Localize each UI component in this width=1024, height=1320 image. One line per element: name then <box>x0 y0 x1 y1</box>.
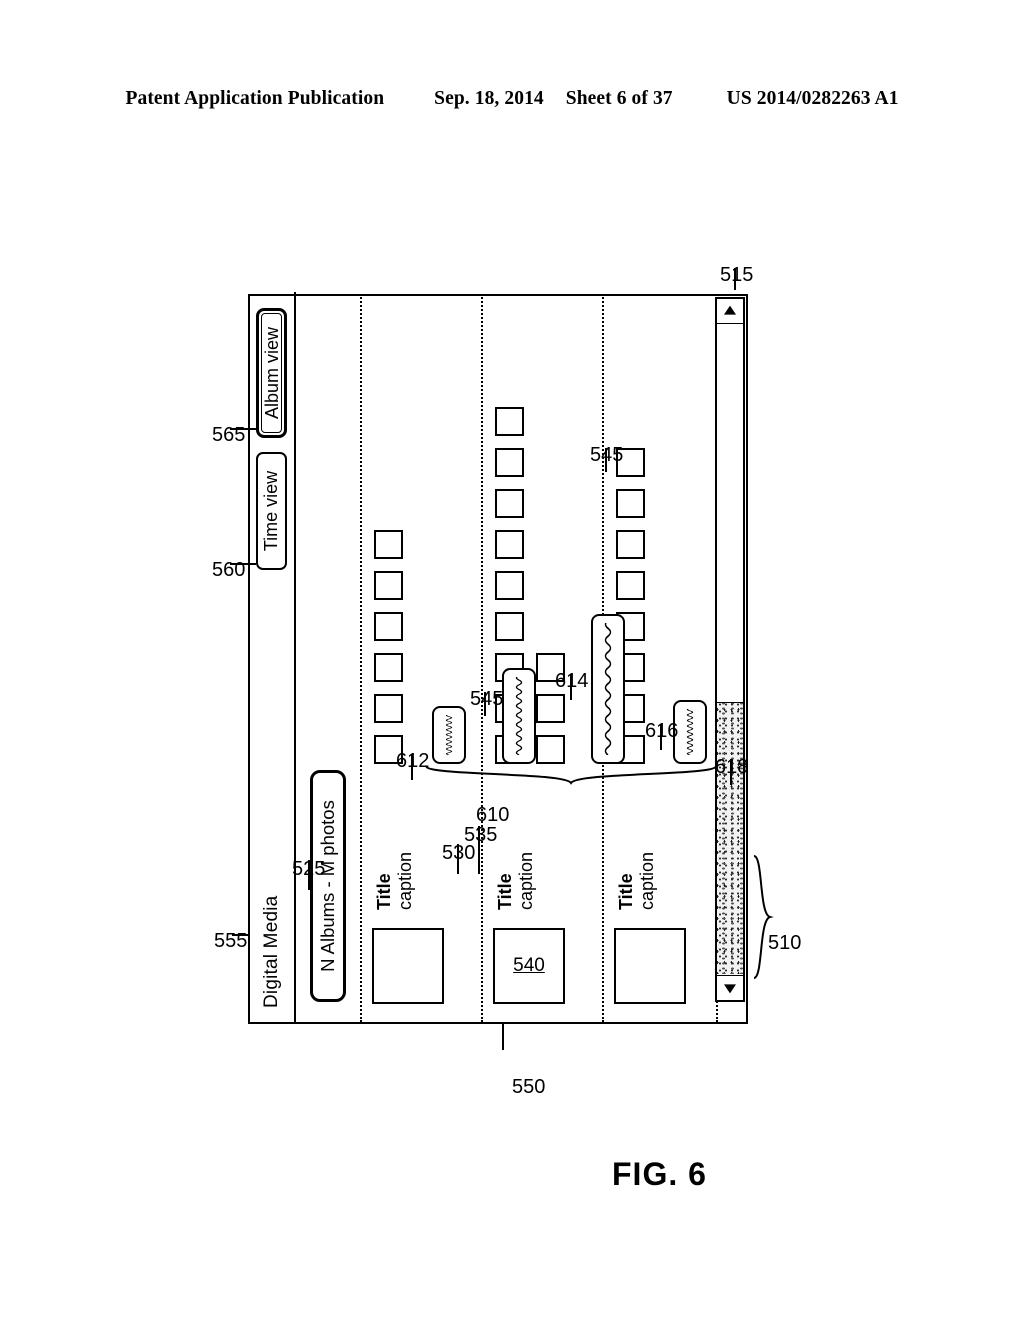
photo-thumbnail[interactable] <box>374 653 403 682</box>
text-squiggle-icon <box>514 677 524 755</box>
album-view-selected-outline <box>261 313 282 433</box>
patent-sheet-label: Sheet 6 of 37 <box>565 88 673 109</box>
photo-thumbnail[interactable] <box>495 407 524 436</box>
scrollbar-thumb[interactable] <box>717 702 743 974</box>
photo-thumbnail[interactable] <box>495 448 524 477</box>
window-title: Digital Media <box>261 895 282 1008</box>
tab-album-view[interactable]: Album view <box>256 308 287 438</box>
ref-545-a: 545 <box>470 688 504 710</box>
album-row[interactable]: 540 Title caption <box>489 297 599 1022</box>
ref-560: 560 <box>212 559 246 581</box>
album-caption: caption <box>516 851 536 910</box>
window-content: N Albums - M photos Title caption 540 Ti… <box>296 297 745 1022</box>
time-bar-item[interactable] <box>502 668 536 764</box>
time-view-label: Time view <box>261 470 281 552</box>
photo-thumbnail[interactable] <box>536 735 565 764</box>
window-titlebar: Digital Media Time view Album view <box>250 292 296 1022</box>
ref-565: 565 <box>212 424 246 446</box>
text-squiggle-icon <box>603 623 613 755</box>
figure-canvas: Digital Media Time view Album view N Alb… <box>212 240 812 1192</box>
photo-thumbnail[interactable] <box>495 612 524 641</box>
ref-614: 614 <box>555 670 589 692</box>
album-title: Title <box>374 873 394 910</box>
patent-number-label: US 2014/0282263 A1 <box>726 88 899 109</box>
album-title: Title <box>495 873 515 910</box>
application-window: Digital Media Time view Album view N Alb… <box>248 292 748 1024</box>
photo-thumbnail[interactable] <box>616 571 645 600</box>
photo-thumbnail[interactable] <box>616 489 645 518</box>
photo-thumbnail[interactable] <box>374 530 403 559</box>
time-bar-item[interactable] <box>432 706 466 764</box>
photo-thumbnail[interactable] <box>374 612 403 641</box>
time-bar-item[interactable] <box>591 614 625 764</box>
ref-555: 555 <box>214 930 248 952</box>
ref-535: 535 <box>464 824 498 846</box>
patent-date-label: Sep. 18, 2014 <box>434 88 544 109</box>
text-squiggle-icon <box>444 715 454 755</box>
album-caption: caption <box>637 851 657 910</box>
photo-thumbnail[interactable] <box>495 571 524 600</box>
leader-line <box>502 1022 504 1050</box>
triangle-left-icon <box>724 984 736 994</box>
ref-545-b: 545 <box>590 444 624 466</box>
ref-525: 525 <box>292 858 326 880</box>
ref-515: 515 <box>720 264 754 286</box>
album-section-brace <box>752 852 774 980</box>
album-row-separator <box>481 297 483 1022</box>
ref-616: 616 <box>645 720 679 742</box>
photo-thumbnail[interactable] <box>495 489 524 518</box>
text-squiggle-icon <box>685 709 695 755</box>
ref-612: 612 <box>396 750 430 772</box>
ref-510: 510 <box>768 932 802 954</box>
photo-thumbnail[interactable] <box>374 694 403 723</box>
album-caption: caption <box>395 851 415 910</box>
album-title: Title <box>616 873 636 910</box>
album-row-separator <box>360 297 362 1022</box>
horizontal-scrollbar[interactable] <box>715 297 745 1002</box>
scroll-left-arrow-icon[interactable] <box>717 975 743 1000</box>
photo-thumbnail[interactable] <box>374 571 403 600</box>
figure-caption: FIG. 6 <box>612 1156 707 1192</box>
patent-header: Patent Application Publication Sep. 18, … <box>0 88 1024 110</box>
album-cover-reference: 540 <box>513 955 545 976</box>
album-cover-thumbnail[interactable] <box>614 928 686 1004</box>
album-cover-thumbnail[interactable]: 540 <box>493 928 565 1004</box>
triangle-right-icon <box>724 305 736 315</box>
time-bar-group-brace <box>424 764 718 786</box>
photo-thumbnail[interactable] <box>616 530 645 559</box>
albums-photos-count: N Albums - M photos <box>310 770 346 1002</box>
scroll-right-arrow-icon[interactable] <box>717 299 743 324</box>
album-row[interactable]: Title caption <box>610 297 720 1022</box>
album-row[interactable]: Title caption <box>368 297 478 1022</box>
tab-time-view[interactable]: Time view <box>256 452 287 570</box>
ref-610: 610 <box>476 804 510 826</box>
album-cover-thumbnail[interactable] <box>372 928 444 1004</box>
photo-thumbnail[interactable] <box>536 694 565 723</box>
ref-618: 618 <box>715 756 749 778</box>
photo-thumbnail[interactable] <box>495 530 524 559</box>
patent-publication-label: Patent Application Publication <box>125 88 385 109</box>
ref-550: 550 <box>512 1076 546 1098</box>
